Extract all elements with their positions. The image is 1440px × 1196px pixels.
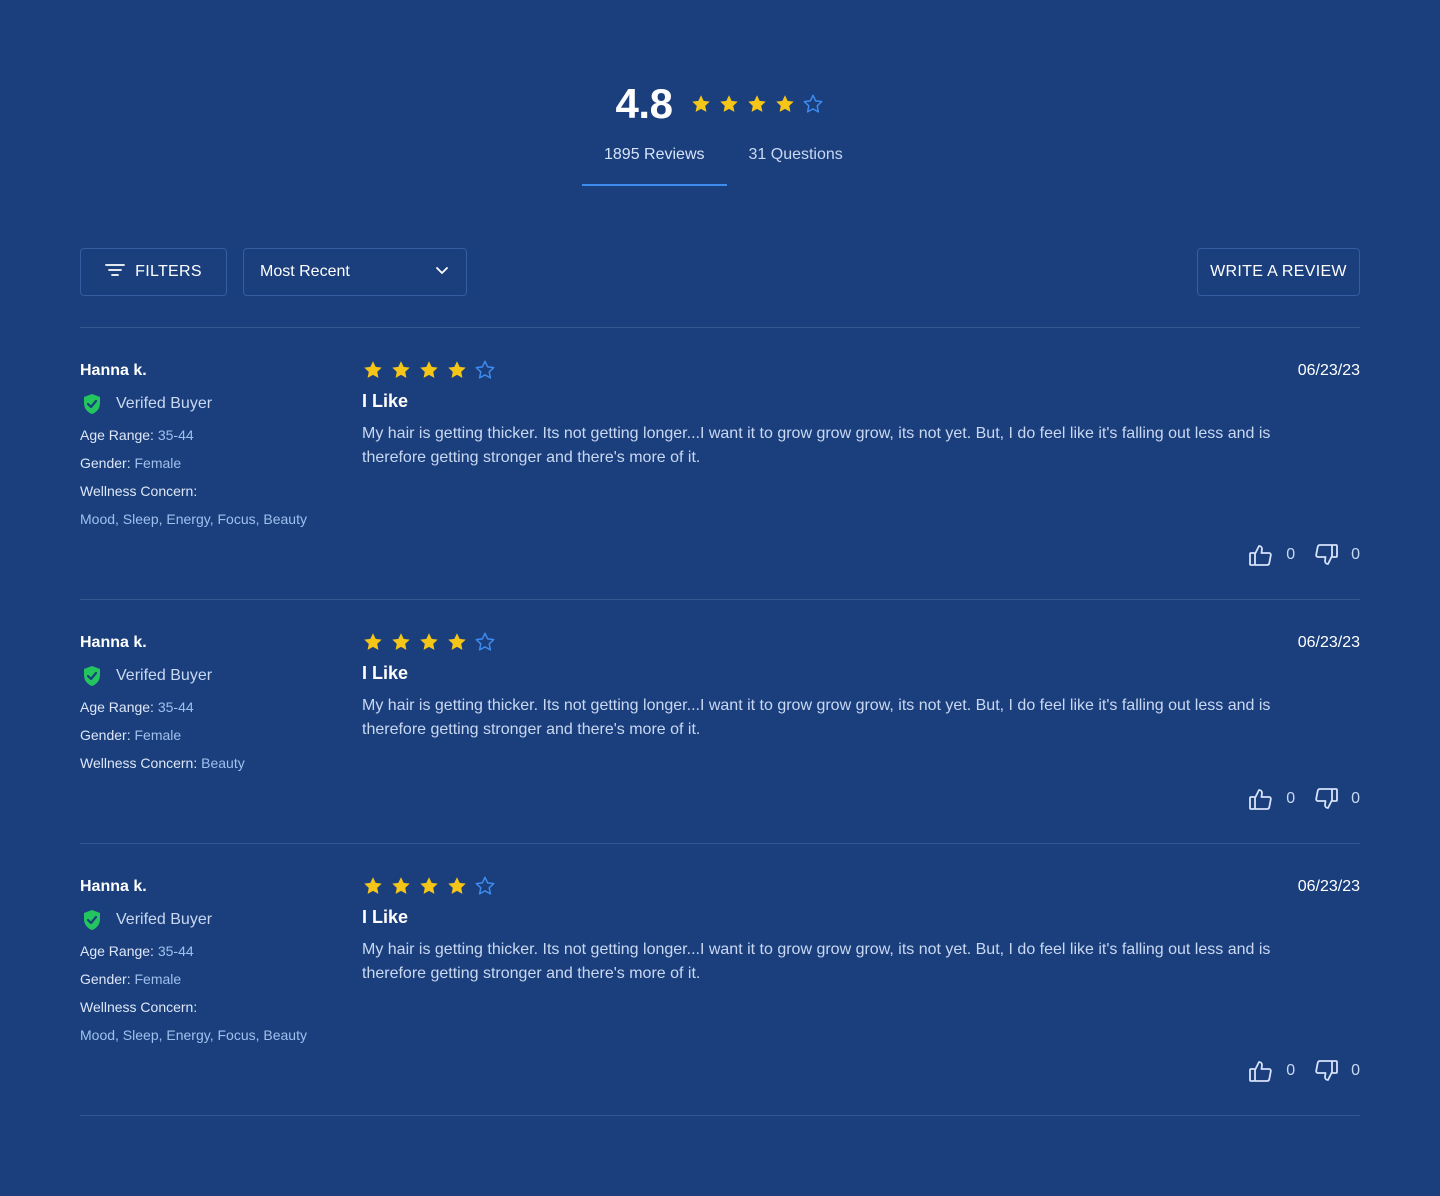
star-filled-icon (446, 875, 468, 897)
star-empty-icon (474, 875, 496, 897)
thumbs-down-icon (1313, 786, 1339, 812)
wellness-concern-list: Mood, Sleep, Energy, Focus, Beauty (80, 511, 307, 527)
review-title: I Like (362, 663, 409, 683)
verified-shield-icon (80, 908, 104, 932)
reviews-toolbar: FILTERS Most Recent WRITE A REVIEW (80, 248, 1360, 296)
review-date: 06/23/23 (1297, 878, 1360, 895)
thumbs-up-count: 0 (1286, 546, 1296, 563)
star-filled-icon (718, 93, 740, 115)
star-filled-icon (390, 875, 412, 897)
review-tabs: 1895 Reviews 31 Questions (582, 140, 865, 186)
review-title: I Like (362, 391, 409, 411)
thumbs-down-count: 0 (1351, 790, 1360, 807)
review-card: Hanna k. Verifed Buyer Age Range: 35-44 … (80, 359, 1360, 599)
thumbs-down-button[interactable]: 0 (1313, 1058, 1360, 1084)
thumbs-down-icon (1313, 1058, 1339, 1084)
wellness-concern: Wellness Concern: (80, 483, 198, 499)
thumbs-up-count: 0 (1286, 790, 1296, 807)
review-stars (362, 875, 1282, 897)
star-filled-icon (746, 93, 768, 115)
thumbs-down-button[interactable]: 0 (1313, 786, 1360, 812)
divider (80, 1115, 1360, 1116)
star-empty-icon (474, 631, 496, 653)
star-filled-icon (362, 359, 384, 381)
thumbs-up-button[interactable]: 0 (1248, 1058, 1295, 1084)
star-filled-icon (418, 631, 440, 653)
verified-label: Verifed Buyer (116, 395, 213, 412)
star-filled-icon (690, 93, 712, 115)
thumbs-up-icon (1248, 786, 1274, 812)
star-empty-icon (474, 359, 496, 381)
thumbs-down-icon (1313, 542, 1339, 568)
thumbs-up-count: 0 (1286, 1062, 1296, 1079)
filters-label: FILTERS (135, 263, 202, 280)
helpful-votes: 0 0 (1248, 1058, 1360, 1084)
review-content: I Like My hair is getting thicker. Its n… (362, 875, 1282, 986)
review-body: My hair is getting thicker. Its not gett… (362, 425, 1271, 466)
verified-label: Verifed Buyer (116, 667, 213, 684)
review-stars (362, 631, 1282, 653)
review-date: 06/23/23 (1297, 634, 1360, 651)
review-stars (362, 359, 1282, 381)
review-body: My hair is getting thicker. Its not gett… (362, 697, 1271, 738)
helpful-votes: 0 0 (1248, 542, 1360, 568)
thumbs-up-button[interactable]: 0 (1248, 786, 1295, 812)
divider (80, 327, 1360, 328)
thumbs-up-icon (1248, 542, 1274, 568)
star-empty-icon (802, 93, 824, 115)
thumbs-up-button[interactable]: 0 (1248, 542, 1295, 568)
review-body: My hair is getting thicker. Its not gett… (362, 941, 1271, 982)
star-filled-icon (446, 631, 468, 653)
helpful-votes: 0 0 (1248, 786, 1360, 812)
review-content: I Like My hair is getting thicker. Its n… (362, 359, 1282, 470)
verified-shield-icon (80, 664, 104, 688)
rating-summary: 4.8 (0, 80, 1440, 128)
review-content: I Like My hair is getting thicker. Its n… (362, 631, 1282, 742)
thumbs-down-count: 0 (1351, 546, 1360, 563)
tab-questions[interactable]: 31 Questions (727, 140, 865, 186)
star-filled-icon (390, 631, 412, 653)
review-card: Hanna k. Verifed Buyer Age Range: 35-44 … (80, 631, 1360, 843)
star-filled-icon (390, 359, 412, 381)
star-filled-icon (418, 359, 440, 381)
wellness-concern: Wellness Concern: (80, 999, 198, 1015)
divider (80, 843, 1360, 844)
summary-stars (690, 93, 824, 115)
star-filled-icon (446, 359, 468, 381)
chevron-down-icon (434, 262, 450, 283)
thumbs-down-count: 0 (1351, 1062, 1360, 1079)
verified-label: Verifed Buyer (116, 911, 213, 928)
divider (80, 599, 1360, 600)
wellness-concern: Wellness Concern: Beauty (80, 755, 245, 771)
sort-select[interactable]: Most Recent (243, 248, 467, 296)
average-rating: 4.8 (615, 80, 673, 127)
write-review-button[interactable]: WRITE A REVIEW (1197, 248, 1360, 296)
tab-reviews[interactable]: 1895 Reviews (582, 140, 727, 186)
star-filled-icon (774, 93, 796, 115)
star-filled-icon (418, 875, 440, 897)
thumbs-down-button[interactable]: 0 (1313, 542, 1360, 568)
review-date: 06/23/23 (1297, 362, 1360, 379)
star-filled-icon (362, 875, 384, 897)
wellness-concern-list: Mood, Sleep, Energy, Focus, Beauty (80, 1027, 307, 1043)
review-card: Hanna k. Verifed Buyer Age Range: 35-44 … (80, 875, 1360, 1115)
filter-lines-icon (105, 262, 126, 283)
sort-selected-value: Most Recent (260, 263, 350, 280)
review-title: I Like (362, 907, 409, 927)
verified-shield-icon (80, 392, 104, 416)
star-filled-icon (362, 631, 384, 653)
filters-button[interactable]: FILTERS (80, 248, 227, 296)
thumbs-up-icon (1248, 1058, 1274, 1084)
